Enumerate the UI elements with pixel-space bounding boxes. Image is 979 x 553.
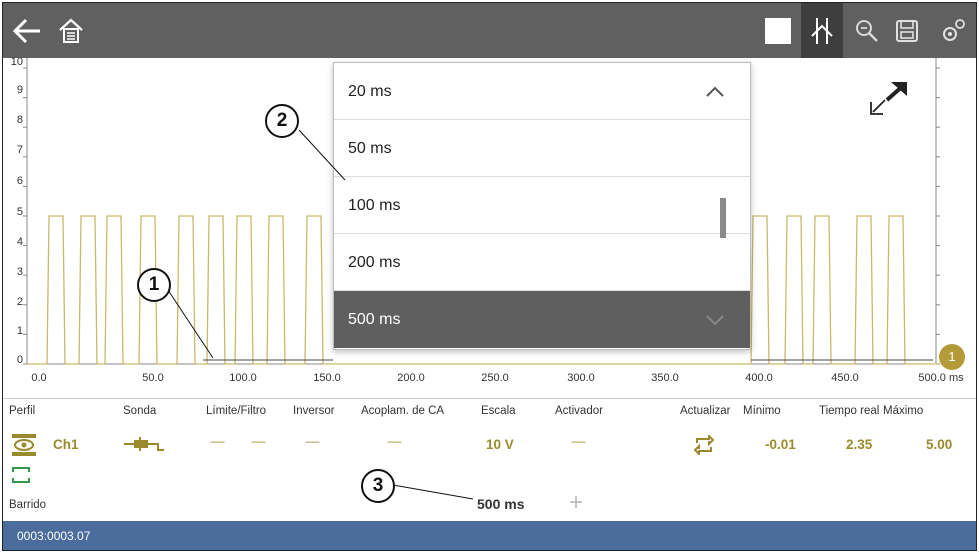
option-label: 50 ms (348, 140, 392, 157)
timebase-dropdown[interactable]: 20 ms 50 ms 100 ms 200 ms 500 ms (333, 62, 751, 350)
status-bar: 0003:0003.07 (3, 521, 976, 550)
header-tiempo-real: Tiempo real (819, 405, 880, 417)
x-tick-label: 50.0 (142, 372, 164, 384)
option-label: 100 ms (348, 197, 401, 214)
save-icon[interactable] (889, 3, 925, 58)
x-tick-label: 450.0 (831, 372, 859, 384)
x-tick-label: 150.0 (313, 372, 341, 384)
max-value: 5.00 (926, 437, 953, 452)
header-acoplam: Acoplam. de CA (361, 405, 445, 417)
settings-icon[interactable] (931, 3, 975, 58)
header-escala: Escala (481, 405, 516, 417)
channel-panel: Perfil Sonda Límite/Filtro Inversor Acop… (3, 398, 976, 521)
header-sonda: Sonda (123, 405, 157, 417)
y-tick-label: 1 (16, 325, 23, 337)
option-label: 200 ms (348, 254, 401, 271)
callout-2: 2 (265, 104, 299, 138)
y-tick-label: 6 (16, 175, 23, 187)
expand-icon[interactable] (865, 78, 917, 118)
dropdown-option[interactable]: 50 ms (334, 120, 750, 177)
header-actualizar: Actualizar (680, 405, 731, 417)
header-minimo: Mínimo (743, 405, 781, 417)
chevron-down-icon[interactable] (704, 309, 726, 331)
trigger-marker[interactable]: 1 (939, 344, 965, 370)
channel-label[interactable]: Ch1 (53, 437, 79, 452)
probe-icon[interactable] (122, 435, 166, 453)
cursor-icon[interactable] (801, 3, 843, 58)
dropdown-option[interactable]: 200 ms (334, 234, 750, 291)
add-icon[interactable]: + (569, 489, 583, 517)
header-limite: Límite/Filtro (206, 405, 267, 417)
top-toolbar (3, 3, 976, 58)
zoom-icon[interactable] (849, 3, 885, 58)
scale-value[interactable]: 10 V (486, 437, 514, 452)
y-tick-label: 10 (10, 56, 23, 68)
dropdown-option-selected[interactable]: 500 ms (334, 291, 750, 348)
back-arrow-icon[interactable] (9, 3, 45, 58)
scope-window: 10 9 8 7 6 5 4 3 2 1 0 0.0 50.0 100.0 15… (2, 2, 977, 551)
callout-3: 3 (361, 469, 395, 503)
eye-icon[interactable] (11, 433, 37, 457)
header-activador: Activador (555, 405, 603, 417)
dropdown-option[interactable]: 100 ms (334, 177, 750, 234)
trigger-value[interactable]: ------ (571, 437, 586, 448)
realtime-value: 2.35 (846, 437, 873, 452)
header-maximo: Máximo (883, 405, 924, 417)
waveform-graph[interactable]: 10 9 8 7 6 5 4 3 2 1 0 0.0 50.0 100.0 15… (3, 56, 976, 398)
y-tick-label: 3 (16, 266, 23, 278)
y-tick-label: 5 (16, 206, 23, 218)
option-label: 20 ms (348, 83, 392, 100)
limit-value[interactable]: ------ (210, 437, 225, 448)
y-tick-label: 8 (16, 114, 23, 126)
refresh-icon[interactable] (693, 435, 715, 455)
x-tick-label: 200.0 (397, 372, 425, 384)
y-tick-label: 7 (16, 144, 23, 156)
x-tick-label: 500.0 ms (918, 372, 964, 384)
dropdown-scrollbar[interactable] (720, 198, 726, 238)
filter-value[interactable]: ------ (251, 437, 266, 448)
header-perfil: Perfil (9, 405, 36, 417)
x-tick-label: 250.0 (481, 372, 509, 384)
status-text: 0003:0003.07 (17, 529, 91, 543)
y-tick-label: 2 (16, 296, 23, 308)
bracket-icon[interactable] (11, 466, 31, 484)
x-tick-label: 350.0 (651, 372, 679, 384)
x-tick-label: 300.0 (567, 372, 595, 384)
y-tick-label: 0 (16, 354, 23, 366)
chevron-up-icon[interactable] (704, 81, 726, 103)
min-value: -0.01 (765, 437, 796, 452)
ac-coupling-value[interactable]: ------ (387, 437, 402, 448)
x-tick-label: 100.0 (229, 372, 257, 384)
home-icon[interactable] (51, 3, 91, 58)
x-tick-label: 400.0 (745, 372, 773, 384)
sweep-label: Barrido (9, 499, 47, 511)
x-tick-label: 0.0 (31, 372, 47, 384)
header-inversor: Inversor (293, 405, 335, 417)
stop-icon[interactable] (760, 3, 796, 58)
callout-1: 1 (137, 268, 171, 302)
y-tick-label: 4 (16, 236, 23, 248)
inverter-value[interactable]: ------ (305, 437, 320, 448)
dropdown-option[interactable]: 20 ms (334, 63, 750, 120)
option-label: 500 ms (348, 311, 401, 328)
y-tick-label: 9 (16, 84, 23, 96)
